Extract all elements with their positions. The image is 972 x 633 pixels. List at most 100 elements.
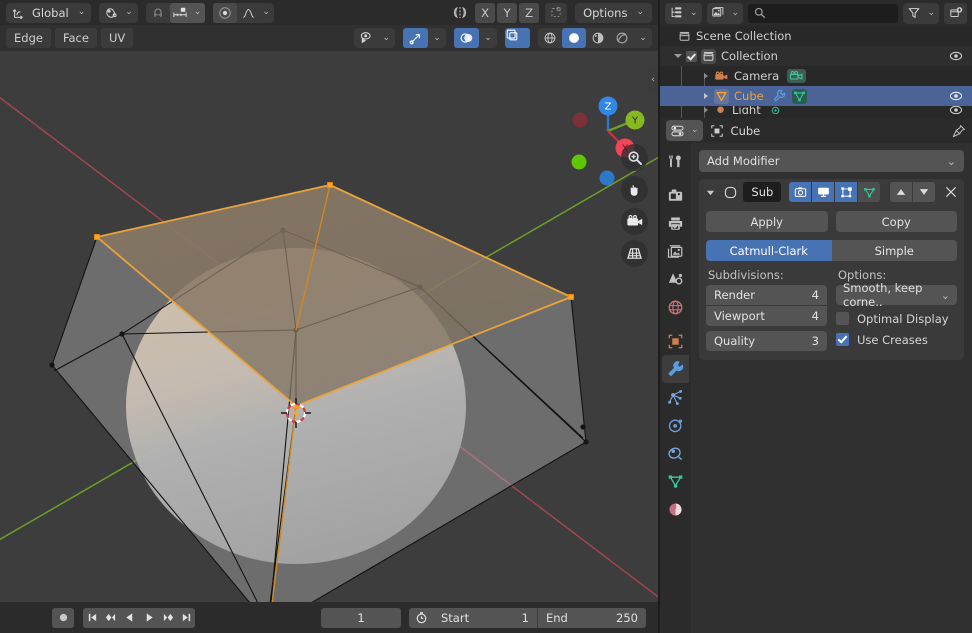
next-keyframe-button[interactable]	[159, 607, 177, 628]
move-modifier-down-button[interactable]	[913, 182, 936, 202]
3d-viewport[interactable]: Z Y X	[0, 51, 658, 602]
tab-data[interactable]	[662, 467, 689, 495]
transform-orientation-dropdown[interactable]: Global ⌄	[6, 2, 92, 23]
on-cage-toggle[interactable]	[858, 182, 881, 202]
overlays-toggle[interactable]	[454, 28, 479, 48]
tab-modifiers[interactable]	[662, 355, 689, 383]
mesh-data-icon[interactable]	[791, 88, 807, 104]
proportional-falloff-dropdown[interactable]: ⌄	[237, 3, 274, 23]
current-frame-field[interactable]: 1	[321, 607, 401, 628]
catmull-clark-button[interactable]: Catmull-Clark	[706, 240, 832, 261]
optimal-display-checkbox[interactable]	[836, 312, 849, 325]
outliner-display-mode-dropdown[interactable]: ⌄	[665, 2, 702, 24]
outliner-row-light[interactable]: Light	[660, 106, 972, 114]
shading-wireframe-button[interactable]	[538, 28, 562, 48]
display-in-viewport-toggle[interactable]	[812, 182, 835, 202]
toggle-perspective-button[interactable]	[621, 240, 648, 267]
tab-face[interactable]: Face	[54, 28, 97, 48]
symmetry-axis-x[interactable]: X	[475, 2, 496, 23]
camera-data-icon[interactable]	[787, 69, 807, 83]
copy-modifier-button[interactable]: Copy	[835, 211, 957, 232]
tab-render[interactable]	[662, 181, 689, 209]
outliner-search-input[interactable]	[748, 3, 899, 23]
pivot-point-dropdown[interactable]: ⌄	[99, 2, 138, 23]
frame-start-field[interactable]: Start 1	[433, 607, 538, 628]
simple-button[interactable]: Simple	[831, 240, 957, 261]
move-modifier-up-button[interactable]	[890, 182, 913, 202]
visibility-eye-icon[interactable]	[949, 91, 963, 102]
tab-output[interactable]	[662, 209, 689, 237]
tab-object[interactable]	[662, 327, 689, 355]
new-collection-button[interactable]	[944, 2, 967, 24]
outliner-row-collection[interactable]: Collection	[660, 46, 972, 66]
proportional-editing-toggle[interactable]	[213, 2, 238, 23]
shading-settings-dropdown[interactable]: ⌄	[634, 28, 652, 48]
shading-rendered-button[interactable]	[610, 28, 634, 48]
tab-uv[interactable]: UV	[100, 28, 134, 48]
tab-particles[interactable]	[662, 383, 689, 411]
expand-triangle-icon[interactable]	[674, 54, 682, 58]
properties-editor-type-dropdown[interactable]: ⌄	[666, 120, 703, 141]
symmetry-axis-z[interactable]: Z	[519, 2, 540, 23]
frame-end-field[interactable]: End 250	[538, 607, 646, 628]
jump-to-start-button[interactable]	[83, 607, 101, 628]
delete-modifier-button[interactable]	[943, 186, 959, 198]
modifier-name-field[interactable]: Sub	[743, 182, 782, 202]
quality-field[interactable]: Quality 3	[706, 331, 827, 351]
tab-constraints[interactable]	[662, 439, 689, 467]
snap-magnet-toggle[interactable]	[146, 3, 170, 23]
outliner-row-cube[interactable]: Cube	[660, 86, 972, 106]
zoom-view-button[interactable]	[621, 144, 648, 171]
symmetry-axis-y[interactable]: Y	[497, 2, 518, 23]
jump-to-end-button[interactable]	[177, 607, 195, 628]
mesh-symmetry-icon[interactable]	[451, 5, 469, 20]
expand-triangle-icon[interactable]	[704, 93, 708, 99]
topology-mirror-toggle[interactable]	[545, 2, 568, 23]
visibility-eye-icon[interactable]	[949, 51, 963, 62]
toggle-xray-button[interactable]	[505, 28, 530, 48]
camera-view-button[interactable]	[621, 208, 648, 235]
tab-scene[interactable]	[662, 265, 689, 293]
use-preview-range-button[interactable]	[409, 607, 433, 628]
gizmo-toggle[interactable]	[403, 28, 428, 48]
outliner-row-scene-collection[interactable]: Scene Collection	[660, 26, 972, 46]
use-creases-row[interactable]: Use Creases	[836, 329, 957, 350]
shading-solid-button[interactable]	[562, 28, 586, 48]
add-modifier-dropdown[interactable]: Add Modifier ⌄	[699, 150, 964, 172]
modifier-wrench-icon[interactable]	[772, 89, 787, 103]
tab-tool[interactable]	[662, 147, 689, 175]
pin-id-icon[interactable]	[952, 124, 966, 138]
render-levels-field[interactable]: Render 4	[706, 285, 827, 305]
object-visibility-dropdown[interactable]: ⌄	[354, 28, 395, 48]
apply-modifier-button[interactable]: Apply	[706, 211, 828, 232]
viewport-levels-field[interactable]: Viewport 4	[706, 306, 827, 326]
gizmo-settings-dropdown[interactable]: ⌄	[428, 28, 446, 48]
collapse-triangle-icon[interactable]	[704, 188, 718, 197]
tab-physics[interactable]	[662, 411, 689, 439]
uv-smooth-dropdown[interactable]: Smooth, keep corne.. ⌄	[836, 281, 957, 309]
light-data-icon[interactable]	[769, 106, 782, 114]
options-dropdown[interactable]: Options ⌄	[575, 2, 652, 23]
optimal-display-row[interactable]: Optimal Display	[836, 308, 957, 329]
tab-view-layer[interactable]	[662, 237, 689, 265]
use-creases-checkbox[interactable]	[836, 333, 849, 346]
outliner-row-camera[interactable]: Camera	[660, 66, 972, 86]
tab-world[interactable]	[662, 293, 689, 321]
display-in-edit-mode-toggle[interactable]	[835, 182, 858, 202]
play-reverse-button[interactable]	[119, 607, 139, 628]
visibility-eye-icon[interactable]	[949, 106, 963, 114]
move-view-button[interactable]	[621, 176, 648, 203]
overlays-settings-dropdown[interactable]: ⌄	[479, 28, 497, 48]
play-button[interactable]	[139, 607, 159, 628]
expand-triangle-icon[interactable]	[704, 107, 708, 113]
tab-edge[interactable]: Edge	[6, 28, 51, 48]
shading-material-button[interactable]	[586, 28, 610, 48]
snap-to-dropdown[interactable]: ⌄	[169, 2, 206, 23]
expand-triangle-icon[interactable]	[704, 73, 708, 79]
tab-material[interactable]	[662, 495, 689, 523]
outliner-id-type-dropdown[interactable]: ⌄	[706, 2, 744, 24]
outliner-filter-dropdown[interactable]: ⌄	[903, 2, 939, 24]
sidebar-collapse-arrow[interactable]: ‹	[648, 67, 658, 93]
display-in-render-toggle[interactable]	[789, 182, 812, 202]
prev-keyframe-button[interactable]	[101, 607, 119, 628]
